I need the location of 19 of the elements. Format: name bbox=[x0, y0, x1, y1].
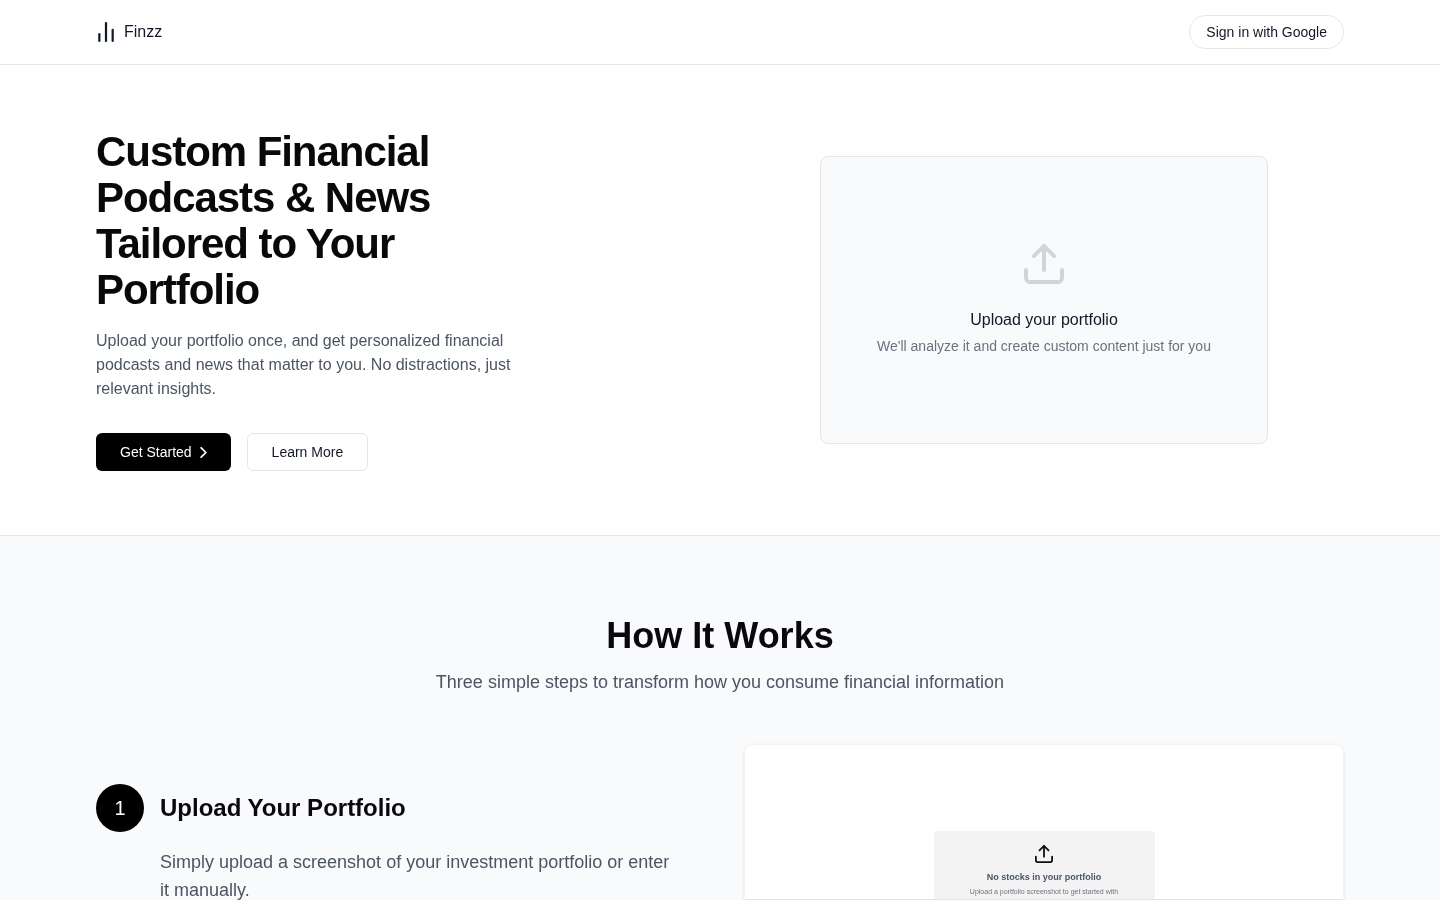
section-subtitle: Three simple steps to transform how you consume financial information bbox=[434, 671, 1006, 694]
learn-more-button[interactable]: Learn More bbox=[246, 433, 369, 471]
upload-dropzone[interactable]: Upload your portfolio We'll analyze it and create custom content just for you bbox=[820, 156, 1268, 444]
empty-state-title: No stocks in your portfolio bbox=[986, 871, 1102, 883]
hero-heading: Custom Financial Podcasts & News Tailored to Your Portfolio bbox=[96, 129, 432, 313]
hero-description: Upload your portfolio once, and get personalized financial podcasts and news that matter to you. No distractions, just relevant insights. bbox=[96, 331, 512, 399]
section-heading: How It Works bbox=[605, 616, 835, 656]
upload-subtitle: We'll analyze it and create custom content just for you bbox=[877, 337, 1211, 356]
step-number: 1 bbox=[96, 784, 144, 832]
chevron-right-icon bbox=[199, 446, 207, 458]
get-started-button[interactable]: Get Started bbox=[96, 433, 231, 471]
sign-in-button[interactable]: Sign in with Google bbox=[1189, 15, 1344, 49]
upload-title: Upload your portfolio bbox=[970, 310, 1118, 330]
bar-chart-icon bbox=[96, 22, 116, 42]
upload-icon bbox=[1035, 845, 1053, 863]
step-description: Simply upload a screenshot of your investment portfolio or enter it manually. bbox=[160, 851, 671, 900]
step-title: Upload Your Portfolio bbox=[160, 793, 406, 823]
brand-logo-text[interactable]: Finzz bbox=[124, 20, 163, 44]
upload-icon bbox=[1024, 244, 1064, 284]
